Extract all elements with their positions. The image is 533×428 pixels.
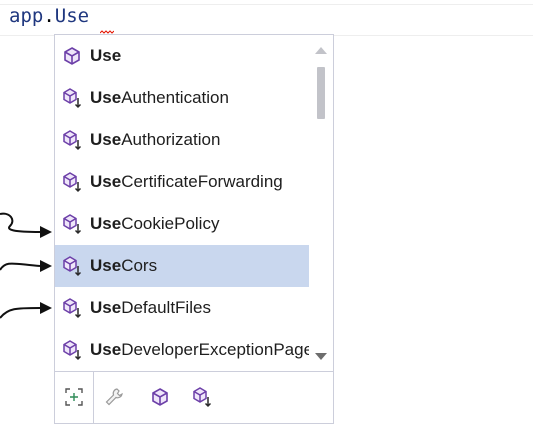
item-match: Use — [90, 298, 122, 317]
item-match: Use — [90, 214, 122, 233]
completion-scrollbar[interactable] — [309, 35, 333, 371]
item-rest: DefaultFiles — [121, 298, 211, 317]
extension-method-icon — [193, 387, 212, 408]
scroll-thumb[interactable] — [317, 67, 325, 119]
filter-separator — [93, 372, 94, 423]
completion-item-usecors[interactable]: Use Cors — [55, 245, 309, 287]
extension-method-icon — [61, 129, 83, 151]
item-match: Use — [90, 256, 122, 275]
method-icon — [152, 388, 168, 406]
scroll-down-arrow-icon[interactable] — [315, 353, 327, 360]
extension-method-icon — [61, 339, 83, 361]
item-match: Use — [90, 172, 122, 191]
item-rest: Cors — [121, 256, 158, 275]
completion-item-usecertificateforwarding[interactable]: Use CertificateForwarding — [55, 161, 309, 203]
item-rest: CookiePolicy — [121, 214, 220, 233]
annotation-arrow-cors — [0, 260, 52, 272]
method-filter-button[interactable] — [145, 380, 175, 414]
code-typed-member: Use — [54, 5, 90, 27]
item-rest: DeveloperExceptionPage — [121, 340, 314, 359]
extension-method-icon — [61, 87, 83, 109]
completion-item-usecookiepolicy[interactable]: Use CookiePolicy — [55, 203, 309, 245]
annotation-arrow-cookiepolicy — [0, 212, 52, 238]
extension-method-icon — [61, 213, 83, 235]
method-icon — [61, 45, 83, 67]
item-match: Use — [90, 130, 122, 149]
completion-item-usedefaultfiles[interactable]: Use DefaultFiles — [55, 287, 309, 329]
completion-popup[interactable]: Use Use Authentication Use Authorization U… — [54, 34, 334, 424]
item-rest: CertificateForwarding — [121, 172, 283, 191]
annotation-arrow-defaultfiles — [0, 302, 52, 319]
completion-item-useauthorization[interactable]: Use Authorization — [55, 119, 309, 161]
item-match: Use — [90, 88, 122, 107]
code-text[interactable]: app.Use — [9, 5, 89, 27]
wrench-icon — [105, 388, 123, 406]
extension-method-icon — [61, 171, 83, 193]
item-match: Use — [90, 46, 122, 65]
item-match: Use — [90, 340, 122, 359]
completion-list[interactable]: Use Use Authentication Use Authorization U… — [55, 35, 313, 371]
item-rest: Authentication — [121, 88, 229, 107]
expand-filter-button[interactable] — [59, 380, 89, 414]
editor-line[interactable]: app.Use — [0, 0, 533, 36]
code-dot: . — [43, 5, 55, 27]
extension-method-filter-button[interactable] — [187, 380, 217, 414]
scroll-up-arrow-icon[interactable] — [315, 47, 327, 54]
snippet-filter-button[interactable] — [99, 380, 129, 414]
extension-method-icon — [61, 255, 83, 277]
completion-item-use[interactable]: Use — [55, 35, 309, 77]
completion-filter-bar — [55, 371, 333, 423]
completion-item-usedeveloperexceptionpage[interactable]: Use DeveloperExceptionPage — [55, 329, 313, 371]
code-object: app — [9, 5, 44, 27]
item-rest: Authorization — [121, 130, 221, 149]
extension-method-icon — [61, 297, 83, 319]
expand-icon — [65, 388, 83, 406]
completion-item-useauthentication[interactable]: Use Authentication — [55, 77, 309, 119]
